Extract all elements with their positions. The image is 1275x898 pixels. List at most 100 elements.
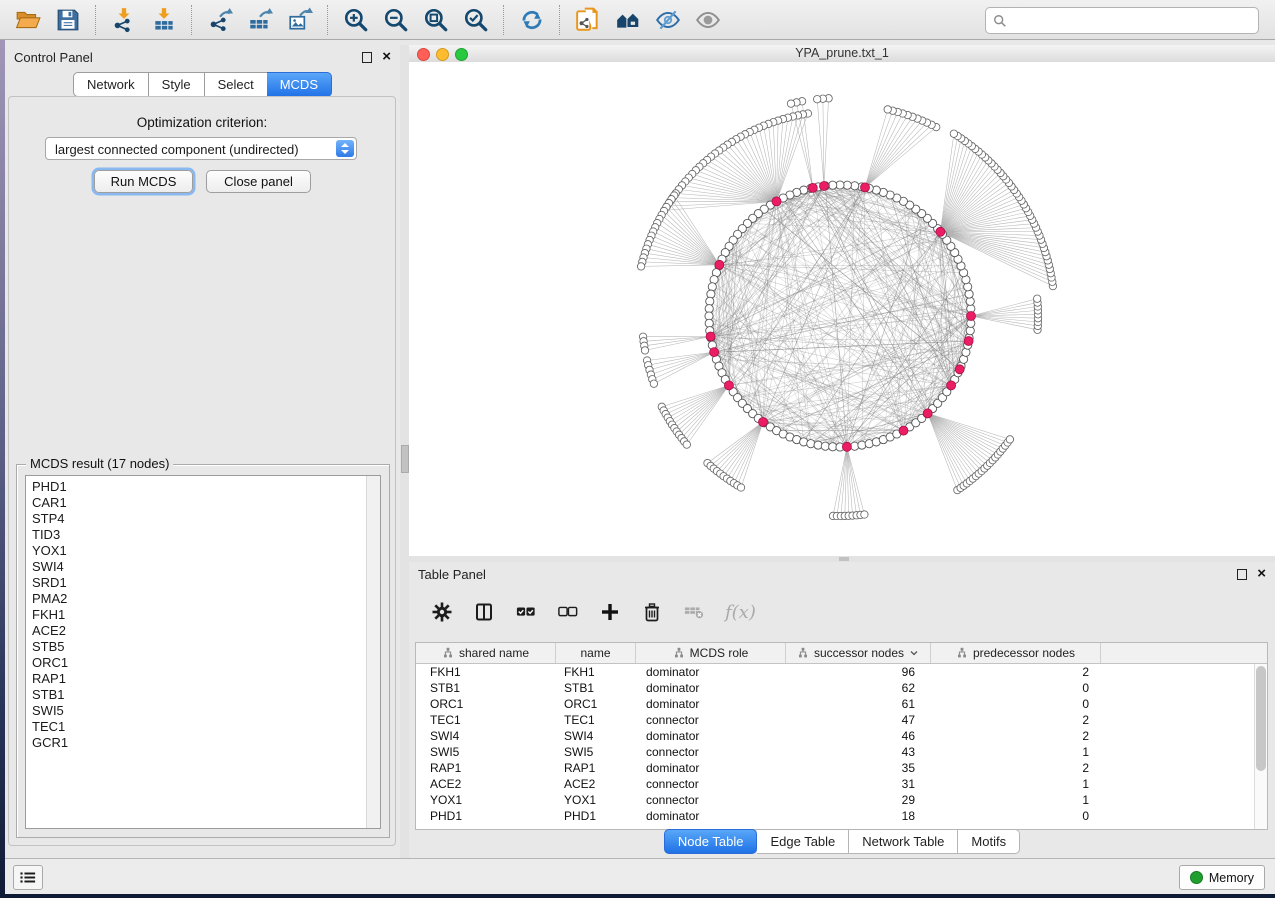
mcds-result-item[interactable]: SWI4	[26, 559, 380, 575]
criterion-select[interactable]: largest connected component (undirected)	[45, 137, 357, 160]
table-row[interactable]: PHD1PHD1dominator180	[416, 808, 1267, 824]
cell-mcds-role: connector	[636, 744, 786, 760]
table-row[interactable]: FKH1FKH1dominator962	[416, 664, 1267, 680]
search-input[interactable]	[1012, 10, 1258, 32]
mcds-result-item[interactable]: TEC1	[26, 719, 380, 735]
mcds-result-item[interactable]: STB5	[26, 639, 380, 655]
zoom-selected-button[interactable]	[459, 4, 493, 36]
mcds-result-item[interactable]: STB1	[26, 687, 380, 703]
hide-selected-button[interactable]	[651, 4, 685, 36]
close-panel-button[interactable]: Close panel	[206, 170, 311, 193]
export-table-button[interactable]	[243, 4, 277, 36]
add-column-button[interactable]	[599, 601, 621, 623]
divider-handle[interactable]	[839, 557, 849, 561]
tab-mcds[interactable]: MCDS	[267, 72, 332, 97]
column-header-shared-name[interactable]: shared name	[416, 643, 556, 663]
cell-successor-nodes: 47	[786, 712, 931, 728]
mcds-result-item[interactable]: YOX1	[26, 543, 380, 559]
memory-button[interactable]: Memory	[1179, 865, 1265, 890]
table-settings-button[interactable]	[431, 601, 453, 623]
function-builder-button-disabled[interactable]: f(x)	[725, 602, 756, 623]
eye-icon	[695, 7, 721, 33]
mcds-result-item[interactable]: STP4	[26, 511, 380, 527]
mcds-result-item[interactable]: GCR1	[26, 735, 380, 751]
table-scrollbar[interactable]	[1254, 664, 1267, 829]
mcds-result-item[interactable]: TID3	[26, 527, 380, 543]
run-mcds-button[interactable]: Run MCDS	[94, 170, 193, 193]
mcds-result-item[interactable]: ORC1	[26, 655, 380, 671]
cell-predecessor-nodes: 1	[931, 776, 1101, 792]
column-header-filler	[1101, 643, 1267, 663]
column-header-name[interactable]: name	[556, 643, 636, 663]
show-all-button[interactable]	[691, 4, 725, 36]
optimization-criterion-label: Optimization criterion:	[9, 115, 395, 130]
cell-shared-name: FKH1	[416, 664, 556, 680]
table-row[interactable]: ACE2ACE2connector311	[416, 776, 1267, 792]
delete-table-button-disabled[interactable]	[683, 601, 705, 623]
delete-column-button[interactable]	[641, 601, 663, 623]
table-row[interactable]: SWI5SWI5connector431	[416, 744, 1267, 760]
table-scrollbar-thumb[interactable]	[1256, 666, 1266, 771]
mcds-result-group: MCDS result (17 nodes) PHD1CAR1STP4TID3Y…	[16, 464, 390, 838]
sort-descending-icon	[909, 648, 919, 658]
mcds-result-title: MCDS result (17 nodes)	[26, 456, 173, 471]
mcds-result-item[interactable]: SRD1	[26, 575, 380, 591]
mcds-result-item[interactable]: ACE2	[26, 623, 380, 639]
first-neighbors-button[interactable]	[611, 4, 645, 36]
cell-name: SWI5	[556, 744, 636, 760]
close-panel-icon[interactable]: ×	[382, 47, 391, 67]
tab-select[interactable]: Select	[205, 72, 268, 97]
mcds-result-item[interactable]: SWI5	[26, 703, 380, 719]
mcds-result-item[interactable]: PMA2	[26, 591, 380, 607]
export-network-button[interactable]	[203, 4, 237, 36]
network-window-titlebar[interactable]: YPA_prune.txt_1	[409, 45, 1275, 63]
float-panel-icon[interactable]	[362, 52, 372, 63]
show-columns-button[interactable]	[473, 601, 495, 623]
zoom-out-button[interactable]	[379, 4, 413, 36]
tab-edge-table[interactable]: Edge Table	[757, 829, 849, 854]
new-network-from-selection-button[interactable]	[571, 4, 605, 36]
tab-motifs[interactable]: Motifs	[958, 829, 1020, 854]
table-row[interactable]: TEC1TEC1connector472	[416, 712, 1267, 728]
toolbar-separator	[191, 5, 193, 35]
mcds-list-scrollbar[interactable]	[366, 476, 380, 828]
tab-network-table[interactable]: Network Table	[849, 829, 958, 854]
column-header-mcds-role[interactable]: MCDS role	[636, 643, 786, 663]
export-image-button[interactable]	[283, 4, 317, 36]
search-icon	[993, 14, 1007, 28]
table-row[interactable]: STB1STB1dominator620	[416, 680, 1267, 696]
mcds-result-item[interactable]: PHD1	[26, 479, 380, 495]
cell-mcds-role: connector	[636, 776, 786, 792]
table-row[interactable]: SWI4SWI4dominator462	[416, 728, 1267, 744]
zoom-fit-button[interactable]	[419, 4, 453, 36]
select-all-button[interactable]	[515, 601, 537, 623]
divider-handle[interactable]	[401, 445, 409, 473]
float-panel-icon[interactable]	[1237, 569, 1247, 580]
zoom-in-button[interactable]	[339, 4, 373, 36]
open-session-button[interactable]	[11, 4, 45, 36]
toolbar-separator	[327, 5, 329, 35]
tab-network[interactable]: Network	[73, 72, 149, 97]
mcds-result-item[interactable]: FKH1	[26, 607, 380, 623]
mcds-result-item[interactable]: CAR1	[26, 495, 380, 511]
column-header-successor-nodes[interactable]: successor nodes	[786, 643, 931, 663]
deselect-all-button[interactable]	[557, 601, 579, 623]
cell-predecessor-nodes: 2	[931, 712, 1101, 728]
vertical-split-divider[interactable]	[400, 45, 409, 858]
network-canvas[interactable]	[409, 62, 1275, 556]
close-panel-icon[interactable]: ×	[1257, 564, 1266, 584]
import-table-button[interactable]	[147, 4, 181, 36]
import-network-button[interactable]	[107, 4, 141, 36]
column-attribute-icon	[673, 647, 685, 659]
column-header-predecessor-nodes[interactable]: predecessor nodes	[931, 643, 1101, 663]
show-panels-button[interactable]	[13, 865, 43, 890]
table-row[interactable]: RAP1RAP1dominator352	[416, 760, 1267, 776]
table-row[interactable]: YOX1YOX1connector291	[416, 792, 1267, 808]
refresh-view-button[interactable]	[515, 4, 549, 36]
tab-node-table[interactable]: Node Table	[664, 829, 758, 854]
memory-button-label: Memory	[1209, 871, 1254, 885]
save-session-button[interactable]	[51, 4, 85, 36]
mcds-result-item[interactable]: RAP1	[26, 671, 380, 687]
table-row[interactable]: ORC1ORC1dominator610	[416, 696, 1267, 712]
tab-style[interactable]: Style	[149, 72, 205, 97]
